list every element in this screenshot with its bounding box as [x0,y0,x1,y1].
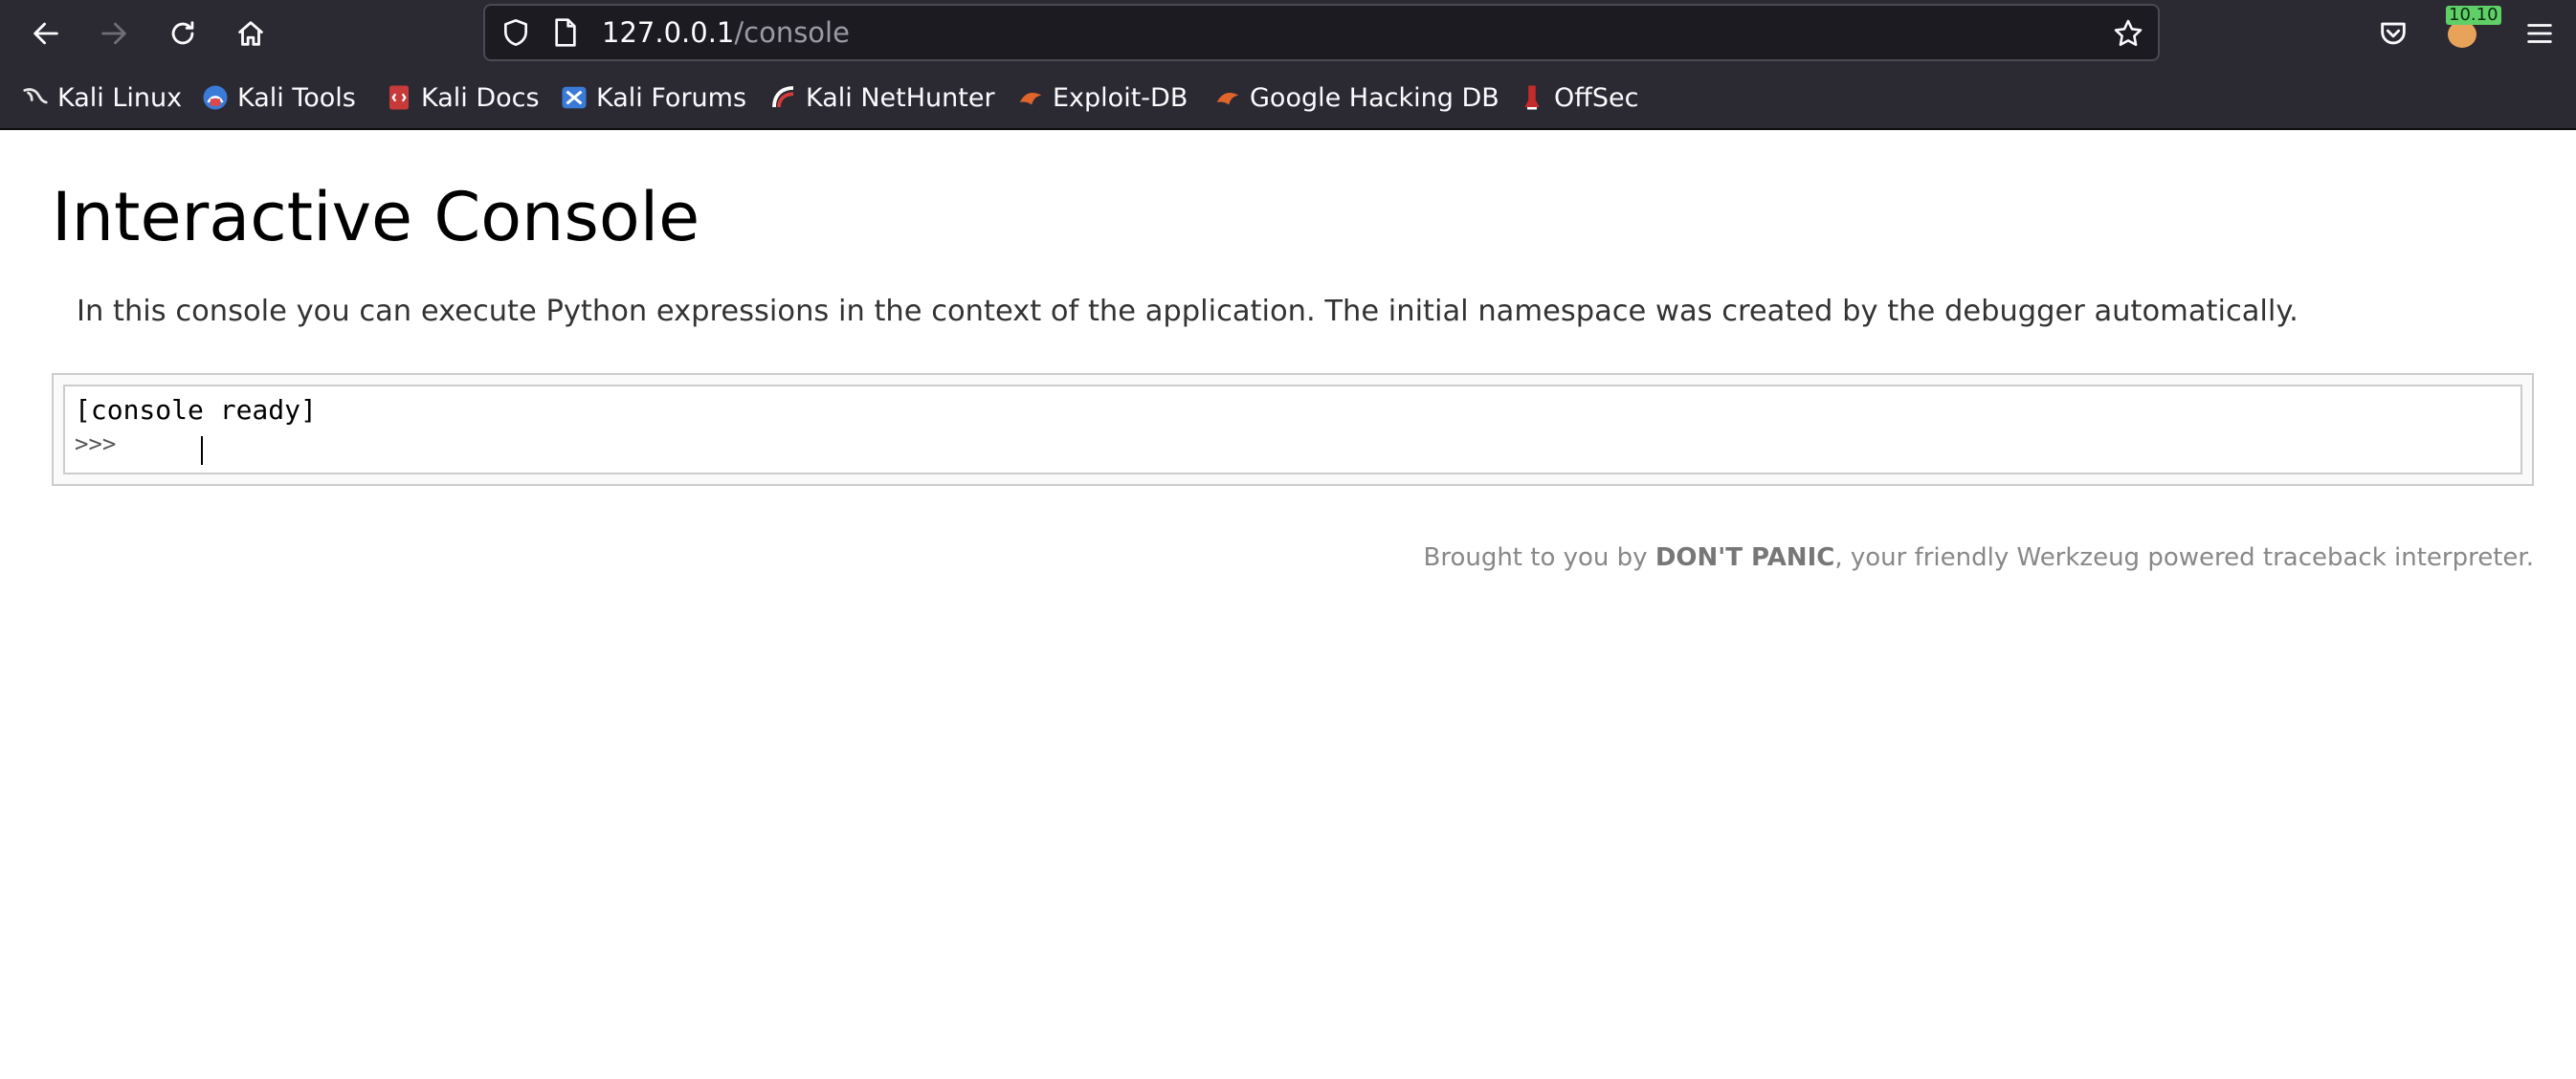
bookmark-star-icon[interactable] [2112,17,2144,50]
console-ready-line: [console ready] [75,394,317,426]
reload-icon [171,21,194,45]
console-container: [console ready] >>> [52,373,2534,486]
pocket-icon [2381,22,2406,45]
browser-toolbar: 127.0.0.1/console 10.10 [0,0,2576,67]
forward-button[interactable] [91,11,137,56]
bookmark-label: Exploit-DB [1053,82,1188,113]
google-hacking-db-icon [1216,93,1239,105]
reload-button[interactable] [160,11,206,56]
bookmark-kali-tools[interactable]: Kali Tools [201,77,356,119]
bookmark-kali-docs[interactable]: Kali Docs [385,77,540,119]
bookmark-label: Google Hacking DB [1250,82,1499,113]
page-title: Interactive Console [52,178,700,256]
back-button[interactable] [23,11,69,56]
text-cursor [201,436,203,465]
console-input[interactable] [126,429,2423,459]
footer-credit: Brought to you by DON'T PANIC, your frie… [1423,543,2534,572]
app-menu-button[interactable] [2517,11,2563,56]
page-content: Interactive Console In this console you … [0,130,2576,1079]
kali-forums-icon [562,86,587,109]
bookmark-kali-nethunter[interactable]: Kali NetHunter [769,77,995,119]
footer-prefix: Brought to you by [1423,543,1655,572]
exploit-db-icon [1019,93,1042,105]
arrow-left-icon [33,22,58,45]
kali-nethunter-icon [772,86,794,108]
url-bar[interactable]: 127.0.0.1/console [483,4,2160,61]
page-info-icon[interactable] [552,17,579,48]
kali-dragon-icon [23,88,48,104]
footer-suffix: , your friendly Werkzeug powered traceba… [1834,543,2534,572]
tracking-protection-shield-icon[interactable] [500,17,531,48]
bookmark-kali-forums[interactable]: Kali Forums [560,77,746,119]
url-text[interactable]: 127.0.0.1/console [602,6,850,59]
bookmark-kali-linux[interactable]: Kali Linux [21,77,182,119]
bookmark-label: Kali NetHunter [806,82,995,113]
home-icon [238,21,263,46]
console-explanation: In this console you can execute Python e… [77,295,2298,328]
bookmark-label: Kali Linux [57,82,183,113]
bookmark-label: Kali Forums [596,82,747,113]
bookmark-label: Kali Tools [237,82,356,113]
offsec-icon [1524,85,1540,110]
console-output[interactable]: [console ready] >>> [63,385,2522,474]
kali-tools-icon [203,85,228,110]
bookmark-exploit-db[interactable]: Exploit-DB [1016,77,1188,119]
url-host: 127.0.0.1 [602,16,735,49]
hamburger-menu-icon [2527,24,2552,43]
kali-docs-icon [389,85,409,110]
pocket-button[interactable] [2370,11,2416,56]
bookmark-label: Kali Docs [421,82,540,113]
bookmark-google-hacking-db[interactable]: Google Hacking DB [1213,77,1499,119]
bookmarks-toolbar: Kali Linux Kali Tools Kali Docs Kali For… [0,67,2576,130]
bookmark-offsec[interactable]: OffSec [1518,77,1638,119]
home-button[interactable] [228,11,274,56]
url-path: /console [734,16,850,49]
arrow-right-icon [101,22,126,45]
console-prompt: >>> [75,430,117,457]
extension-badge: 10.10 [2446,6,2501,25]
footer-dont-panic: DON'T PANIC [1654,543,1835,572]
extension-icon [2448,21,2476,48]
bookmark-label: OffSec [1554,82,1639,113]
